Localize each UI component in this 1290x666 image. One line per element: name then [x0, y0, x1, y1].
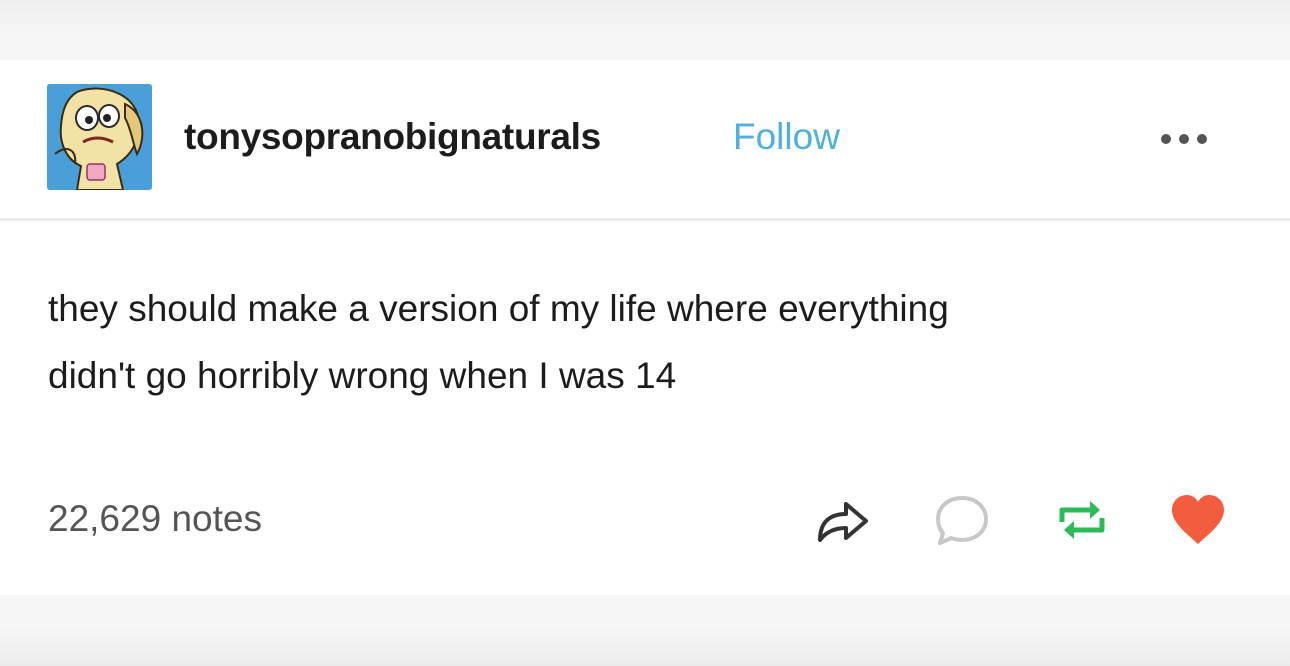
post-text-line-1: they should make a version of my life wh…	[48, 288, 949, 329]
heart-icon[interactable]	[1166, 488, 1230, 552]
page: tonysopranobignaturals Follow they shoul…	[0, 0, 1290, 666]
post-card: tonysopranobignaturals Follow they shoul…	[0, 60, 1290, 595]
follow-button[interactable]: Follow	[733, 116, 840, 158]
post-text-line-2: didn't go horribly wrong when I was 14	[48, 355, 677, 396]
reply-icon[interactable]	[930, 488, 994, 552]
notes-count[interactable]: 22,629 notes	[48, 498, 262, 540]
cartoon-avatar-image	[47, 84, 152, 190]
avatar[interactable]	[47, 84, 152, 190]
more-options-icon[interactable]	[1158, 130, 1222, 148]
share-icon[interactable]	[810, 488, 874, 552]
post-body: they should make a version of my life wh…	[48, 275, 1248, 409]
username[interactable]: tonysopranobignaturals	[184, 116, 601, 158]
post-header: tonysopranobignaturals Follow	[0, 60, 1290, 221]
reblog-icon[interactable]	[1050, 488, 1114, 552]
